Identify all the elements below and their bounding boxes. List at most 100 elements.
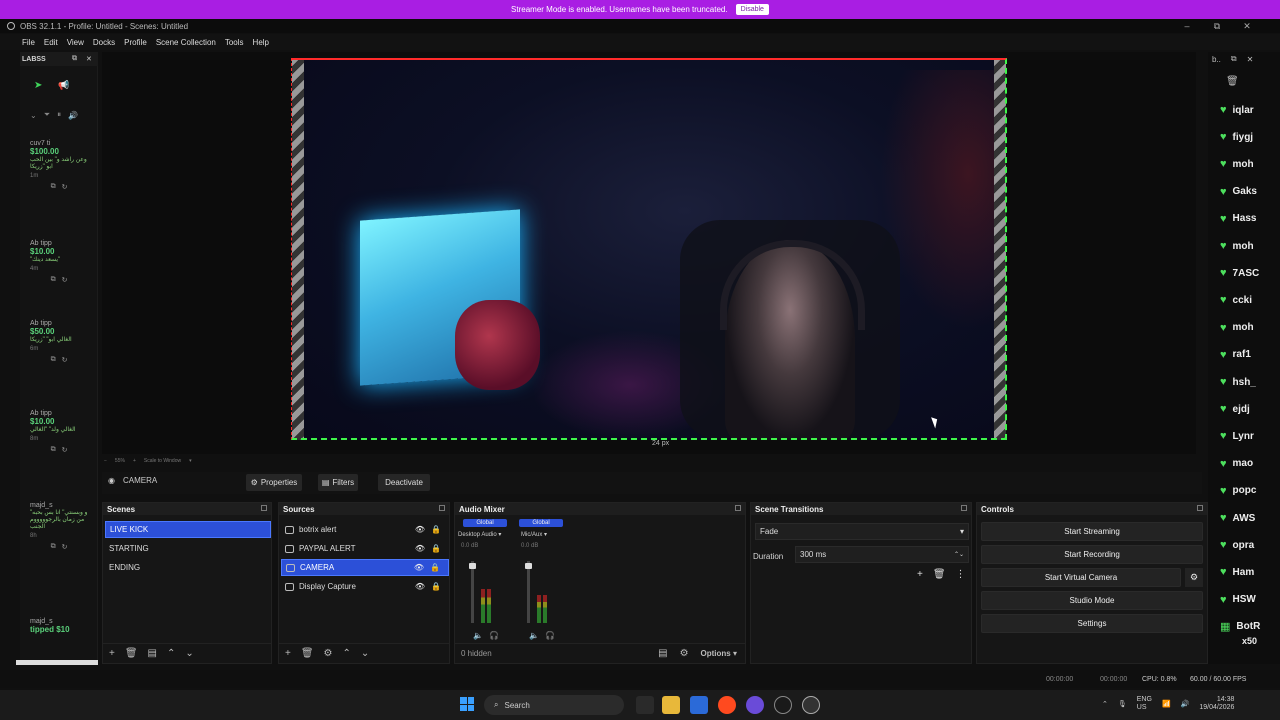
move-down-icon[interactable]: ⌄ [361, 648, 369, 659]
dock-float-icon[interactable] [735, 505, 741, 511]
zoom-dropdown-icon[interactable]: ▾ [189, 458, 192, 464]
layout-icon[interactable]: ▤ [658, 648, 667, 659]
filter-icon[interactable]: ⏷ [44, 110, 50, 120]
dock-float-icon[interactable] [261, 505, 267, 511]
brave-browser-icon[interactable] [718, 696, 736, 714]
more-options-icon[interactable]: ⋮ [956, 569, 966, 580]
tips-dock-scrollbar[interactable] [16, 660, 98, 665]
add-source-icon[interactable]: + [285, 648, 291, 659]
chevron-down-icon[interactable]: ⌄ [30, 111, 37, 120]
scene-item-ending[interactable]: ENDING [105, 559, 271, 576]
source-item-camera[interactable]: CAMERA 👁 🔒 [281, 559, 449, 576]
start-virtual-camera-button[interactable]: Start Virtual Camera [981, 568, 1181, 587]
volume-icon[interactable]: 🔊 [68, 111, 78, 120]
language-indicator[interactable]: ENG US [1137, 696, 1152, 712]
visibility-eye-icon[interactable]: 👁 [415, 544, 425, 553]
dock-close-icon[interactable]: ✕ [1247, 55, 1254, 64]
volume-fader-knob[interactable] [525, 563, 532, 569]
replay-icon[interactable]: ↻ [62, 543, 68, 551]
start-streaming-button[interactable]: Start Streaming [981, 522, 1203, 541]
source-item-paypal-alert[interactable]: PAYPAL ALERT 👁 🔒 [281, 540, 449, 557]
menu-file[interactable]: File [22, 38, 35, 47]
source-bounding-box[interactable] [291, 58, 1007, 440]
menu-profile[interactable]: Profile [124, 38, 147, 47]
start-recording-button[interactable]: Start Recording [981, 545, 1203, 564]
source-item-botrix-alert[interactable]: botrix alert 👁 🔒 [281, 521, 449, 538]
menu-docks[interactable]: Docks [93, 38, 115, 47]
dock-float-icon[interactable]: ⧉ [1231, 54, 1237, 64]
speaker-icon[interactable]: 🔈 [473, 631, 483, 640]
microphone-icon[interactable]: 🎙 [1118, 700, 1127, 708]
visibility-eye-icon[interactable]: 👁 [415, 582, 425, 591]
zoom-level[interactable]: 55% [115, 458, 125, 464]
replay-icon[interactable]: ↻ [62, 183, 68, 191]
dock-float-icon[interactable] [439, 505, 445, 511]
dock-float-icon[interactable]: ⧉ [72, 55, 77, 63]
menu-edit[interactable]: Edit [44, 38, 58, 47]
source-item-display-capture[interactable]: Display Capture 👁 🔒 [281, 578, 449, 595]
obs-taskbar-icon[interactable] [774, 696, 792, 714]
scale-to-window[interactable]: Scale to Window [144, 458, 181, 464]
menu-tools[interactable]: Tools [225, 38, 244, 47]
replay-icon[interactable]: ↻ [62, 276, 68, 284]
channel-name[interactable]: Desktop Audio ▾ [458, 531, 501, 538]
scene-item-starting[interactable]: STARTING [105, 540, 271, 557]
send-icon[interactable]: ➤ [34, 80, 42, 91]
skip-icon[interactable]: ⧉ [51, 543, 56, 551]
virtual-camera-settings-icon[interactable]: ⚙ [1185, 568, 1203, 587]
scene-filters-icon[interactable]: ▤ [148, 648, 157, 659]
channel-name[interactable]: Mic/Aux ▾ [521, 531, 547, 538]
settings-button[interactable]: Settings [981, 614, 1203, 633]
options-button[interactable]: Options ▾ [701, 649, 737, 658]
replay-icon[interactable]: ↻ [62, 446, 68, 454]
replay-icon[interactable]: ↻ [62, 356, 68, 364]
taskbar-search[interactable]: ⌕ Search [484, 695, 624, 715]
scene-item-live-kick[interactable]: LIVE KICK [105, 521, 271, 538]
tray-chevron-icon[interactable]: ⌃ [1102, 700, 1108, 708]
skip-icon[interactable]: ⧉ [51, 446, 56, 454]
remove-source-icon[interactable]: 🗑 [301, 648, 314, 659]
visibility-eye-icon[interactable]: 👁 [414, 563, 424, 572]
properties-button[interactable]: ⚙ Properties [246, 474, 302, 491]
dock-close-icon[interactable]: ✕ [86, 55, 92, 63]
store-icon[interactable] [690, 696, 708, 714]
messenger-icon[interactable] [746, 696, 764, 714]
lock-icon[interactable]: 🔒 [431, 582, 441, 591]
duration-spinbox[interactable]: 300 ms ⌃⌄ [795, 546, 969, 563]
windows-start-icon[interactable] [460, 697, 474, 711]
clock[interactable]: 14:38 19/04/2026 [1199, 696, 1234, 712]
file-explorer-icon[interactable] [662, 696, 680, 714]
zoom-out-icon[interactable]: − [104, 458, 107, 464]
mixer-settings-icon[interactable]: ⚙ [680, 648, 689, 659]
transition-select[interactable]: Fade ▾ [755, 523, 969, 540]
source-properties-icon[interactable]: ⚙ [324, 648, 333, 659]
add-transition-icon[interactable]: + [917, 569, 923, 580]
wifi-icon[interactable]: 📶 [1162, 700, 1171, 708]
remove-scene-icon[interactable]: 🗑 [125, 648, 138, 659]
menu-help[interactable]: Help [253, 38, 269, 47]
skip-icon[interactable]: ⧉ [51, 356, 56, 364]
obs-active-taskbar-icon[interactable] [802, 696, 820, 714]
dock-float-icon[interactable] [1197, 505, 1203, 511]
deactivate-button[interactable]: Deactivate [378, 474, 430, 491]
headphone-icon[interactable]: 🎧 [545, 631, 555, 640]
minimize-button[interactable]: – [1172, 19, 1202, 33]
volume-icon[interactable]: 🔊 [1181, 700, 1190, 708]
lock-icon[interactable]: 🔒 [431, 525, 441, 534]
filters-button[interactable]: ▤ Filters [318, 474, 358, 491]
maximize-button[interactable]: ⧉ [1202, 19, 1232, 33]
headphone-icon[interactable]: 🎧 [489, 631, 499, 640]
studio-mode-button[interactable]: Studio Mode [981, 591, 1203, 610]
pause-icon[interactable]: ⏸ [57, 110, 61, 120]
visibility-eye-icon[interactable]: 👁 [415, 525, 425, 534]
hidden-count[interactable]: 0 hidden [461, 649, 492, 658]
remove-transition-icon[interactable]: 🗑 [933, 569, 946, 580]
megaphone-icon[interactable]: 📢 [58, 80, 69, 91]
task-view-icon[interactable] [636, 696, 654, 714]
disable-streamer-mode-button[interactable]: Disable [735, 4, 769, 15]
move-down-icon[interactable]: ⌄ [185, 648, 193, 659]
close-window-button[interactable]: ✕ [1232, 19, 1262, 33]
trash-icon[interactable]: 🗑 [1226, 76, 1239, 87]
skip-icon[interactable]: ⧉ [51, 183, 56, 191]
volume-fader[interactable] [527, 561, 530, 623]
